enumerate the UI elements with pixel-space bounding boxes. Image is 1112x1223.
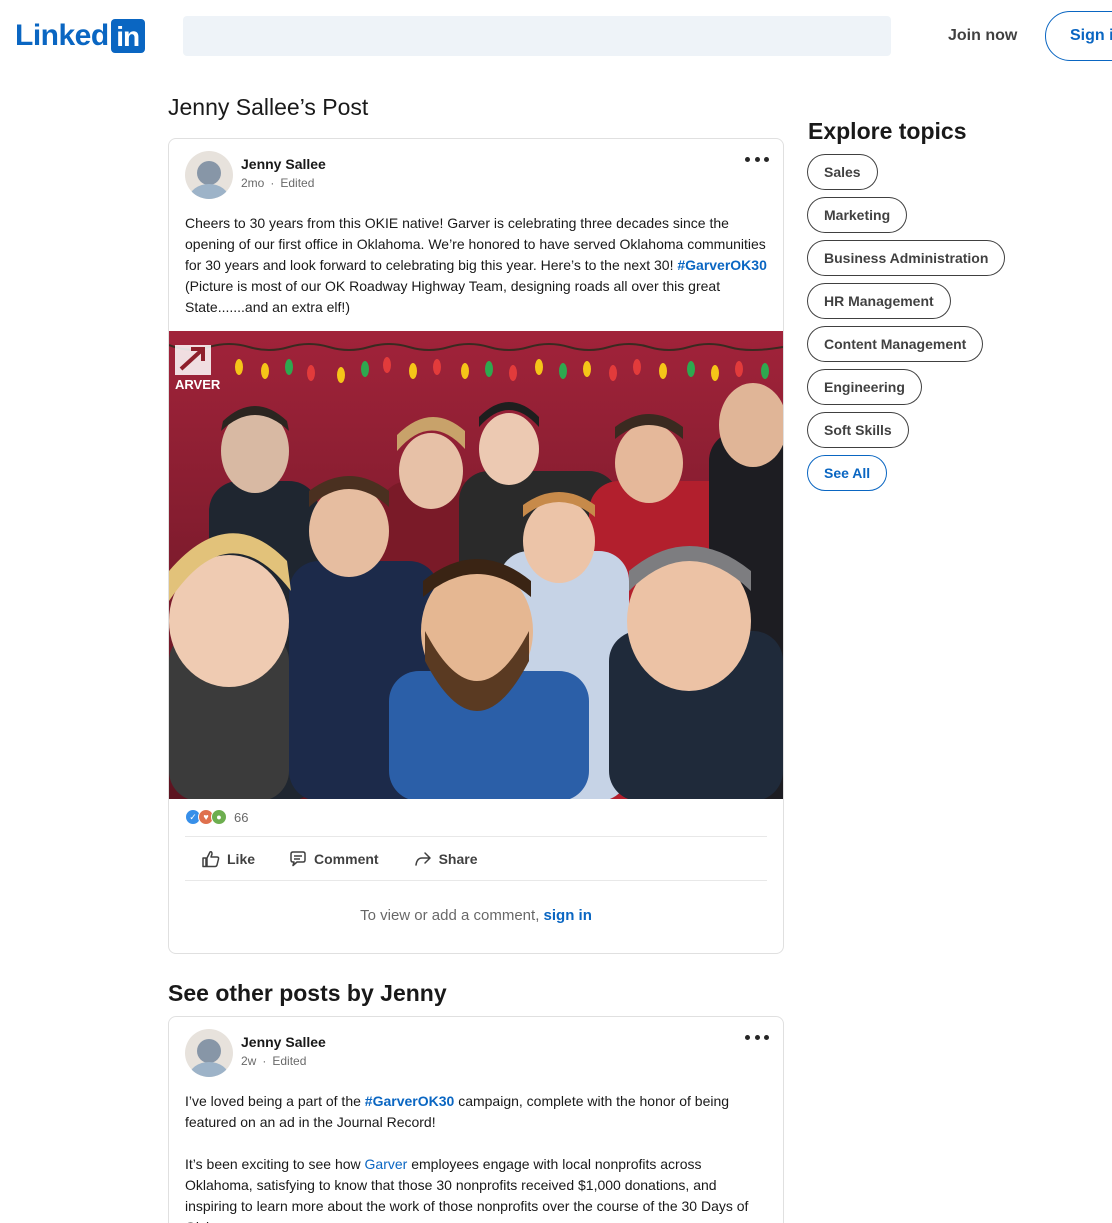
explore-topics-title: Explore topics	[808, 118, 967, 144]
logo-text: Linked	[15, 19, 109, 52]
edited-label: Edited	[272, 1054, 307, 1068]
like-label: Like	[227, 851, 256, 867]
search-bar[interactable]	[183, 16, 891, 56]
like-button[interactable]: Like	[185, 837, 271, 881]
post-author[interactable]: Jenny Sallee 2w · Edited	[185, 1029, 326, 1077]
reaction-support-icon: ●	[211, 809, 227, 825]
post-author[interactable]: Jenny Sallee 2mo · Edited	[185, 151, 326, 199]
comment-button[interactable]: Comment	[272, 837, 395, 881]
reactions-summary[interactable]: ✓ ♥ ● 66	[185, 807, 248, 827]
post-text: I’ve loved being a part of the #GarverOK…	[185, 1091, 769, 1223]
author-name[interactable]: Jenny Sallee	[241, 1033, 326, 1051]
share-icon	[414, 852, 431, 866]
post-text: Cheers to 30 years from this OKIE native…	[185, 213, 769, 318]
page-title: Jenny Sallee’s Post	[168, 94, 369, 120]
topic-pill-content-management[interactable]: Content Management	[807, 326, 984, 362]
author-meta: Jenny Sallee 2mo · Edited	[241, 155, 326, 191]
post-paragraph: It’s been exciting to see how Garver emp…	[185, 1154, 769, 1223]
see-all-topics-button[interactable]: See All	[807, 455, 888, 491]
share-button[interactable]: Share	[397, 837, 494, 881]
post-body: I’ve loved being a part of the	[185, 1093, 365, 1109]
join-now-link[interactable]: Join now	[928, 19, 1037, 53]
author-meta: Jenny Sallee 2w · Edited	[241, 1033, 326, 1069]
post-meta: 2mo · Edited	[241, 176, 315, 190]
more-icon[interactable]	[745, 149, 769, 169]
post-time: 2mo	[241, 176, 265, 190]
post-time: 2w	[241, 1054, 257, 1068]
like-icon	[202, 851, 220, 868]
topic-pill-soft-skills[interactable]: Soft Skills	[807, 412, 909, 448]
topic-pill-engineering[interactable]: Engineering	[807, 369, 922, 405]
author-name[interactable]: Jenny Sallee	[241, 155, 326, 173]
post-actions: Like Comment Share	[185, 837, 767, 881]
edited-label: Edited	[280, 176, 315, 190]
divider	[185, 880, 767, 881]
hashtag-link[interactable]: #GarverOK30	[677, 257, 767, 273]
comment-icon	[290, 851, 306, 867]
topic-pill-sales[interactable]: Sales	[807, 154, 878, 190]
sign-in-link[interactable]: sign in	[544, 907, 592, 924]
share-label: Share	[438, 851, 478, 867]
group-photo-illustration: ARVER	[169, 331, 783, 799]
post-photo[interactable]: ARVER	[169, 331, 783, 799]
post-body: It’s been exciting to see how	[185, 1156, 365, 1172]
avatar[interactable]	[185, 151, 233, 199]
reaction-count[interactable]: 66	[234, 810, 248, 825]
comment-prompt-text: To view or add a comment,	[360, 907, 544, 924]
main-post-card: Jenny Sallee 2mo · Edited Cheers to 30 yea…	[168, 138, 784, 954]
post-meta: 2w · Edited	[241, 1054, 307, 1068]
company-link[interactable]: Garver	[365, 1156, 408, 1172]
comment-label: Comment	[314, 851, 379, 867]
other-post-card: Jenny Sallee 2w · Edited I’ve loved being …	[168, 1016, 784, 1223]
sign-in-button[interactable]: Sign in	[1045, 11, 1112, 61]
other-posts-title: See other posts by Jenny	[168, 980, 447, 1006]
linkedin-logo[interactable]: Linked in	[15, 19, 145, 53]
post-paragraph: I’ve loved being a part of the #GarverOK…	[185, 1091, 769, 1133]
photo-logo-text: ARVER	[175, 377, 221, 392]
topic-pill-hr-management[interactable]: HR Management	[807, 283, 951, 319]
comment-prompt: To view or add a comment, sign in	[169, 907, 783, 924]
avatar[interactable]	[185, 1029, 233, 1077]
logo-box: in	[110, 19, 145, 53]
topic-pill-business-administration[interactable]: Business Administration	[807, 240, 1006, 276]
top-nav: Linked in Join now Sign in	[0, 0, 1112, 72]
hashtag-link[interactable]: #GarverOK30	[365, 1093, 455, 1109]
more-icon[interactable]	[745, 1027, 769, 1047]
topic-pill-marketing[interactable]: Marketing	[807, 197, 908, 233]
